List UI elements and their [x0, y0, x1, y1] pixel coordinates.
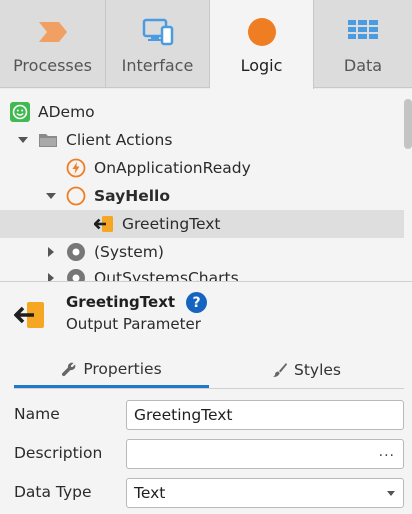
element-name: GreetingText: [66, 293, 176, 311]
editor-tabs: Processes Interface Logic Data: [0, 0, 412, 89]
tab-label: Processes: [13, 56, 92, 75]
tree-item-label: (System): [94, 243, 164, 261]
output-parameter-icon: [94, 214, 114, 234]
interface-devices-icon: [141, 16, 175, 48]
name-label: Name: [14, 405, 60, 423]
data-type-label: Data Type: [14, 483, 92, 501]
name-value: GreetingText: [134, 406, 233, 424]
tab-styles[interactable]: Styles: [209, 352, 404, 388]
tab-label: Data: [343, 56, 383, 75]
tree-item-system[interactable]: (System): [0, 238, 404, 266]
tab-label: Styles: [293, 361, 341, 379]
properties-subtabs: Properties Styles: [14, 352, 404, 388]
element-type: Output Parameter: [66, 315, 201, 333]
chevron-right-icon[interactable]: [46, 273, 56, 281]
tree-item-label: OnApplicationReady: [94, 159, 251, 177]
tab-processes[interactable]: Processes: [0, 0, 106, 88]
tree-item-say-hello[interactable]: SayHello: [0, 182, 404, 210]
data-type-value: Text: [134, 484, 166, 502]
chevron-down-icon[interactable]: [46, 191, 56, 201]
description-label: Description: [14, 444, 103, 462]
tab-logic[interactable]: Logic: [210, 0, 314, 89]
tree-item-app[interactable]: ADemo: [0, 98, 404, 126]
tree-item-label: ADemo: [38, 103, 95, 121]
tab-properties[interactable]: Properties: [14, 352, 209, 388]
lightning-event-icon: [66, 158, 86, 178]
subtabs-divider: [14, 388, 404, 389]
output-parameter-icon: [13, 300, 46, 330]
tree-item-label: OutSystemsCharts: [94, 269, 239, 281]
module-gear-icon: [66, 242, 86, 262]
tree-item-outsystems-charts[interactable]: OutSystemsCharts: [0, 264, 404, 281]
data-type-dropdown[interactable]: Text: [126, 478, 404, 508]
properties-panel: GreetingText ? Output Parameter Properti…: [0, 282, 412, 514]
tab-label: Properties: [83, 359, 162, 378]
tree-item-label: SayHello: [94, 187, 171, 205]
tree-item-label: Client Actions: [66, 131, 173, 149]
module-gear-icon: [66, 268, 86, 281]
tab-interface[interactable]: Interface: [106, 0, 210, 88]
folder-icon: [38, 130, 58, 150]
ellipsis-button[interactable]: ...: [379, 444, 395, 460]
tab-label: Logic: [240, 56, 283, 75]
tree-item-client-actions[interactable]: Client Actions: [0, 126, 404, 154]
tree-scrollbar[interactable]: [404, 99, 412, 149]
description-field[interactable]: ...: [126, 439, 404, 469]
wrench-icon: [61, 361, 77, 377]
chevron-down-icon[interactable]: [387, 491, 395, 496]
logic-circle-icon: [245, 16, 279, 48]
tree-item-greeting-text[interactable]: GreetingText: [0, 210, 404, 238]
tab-data[interactable]: Data: [314, 0, 412, 88]
tree-item-label: GreetingText: [122, 215, 221, 233]
chevron-down-icon[interactable]: [18, 135, 28, 145]
brush-icon: [272, 362, 288, 378]
app-smiley-icon: [10, 102, 30, 122]
logic-tree: ADemo Client Actions OnApplicationReady …: [0, 89, 412, 281]
action-circle-icon: [66, 186, 86, 206]
name-field[interactable]: GreetingText: [126, 400, 404, 430]
tree-item-on-application-ready[interactable]: OnApplicationReady: [0, 154, 404, 182]
chevron-right-icon[interactable]: [46, 247, 56, 257]
help-icon[interactable]: ?: [186, 292, 207, 313]
tab-label: Interface: [121, 56, 194, 75]
processes-chevron-icon: [36, 16, 70, 48]
data-grid-icon: [346, 16, 380, 48]
